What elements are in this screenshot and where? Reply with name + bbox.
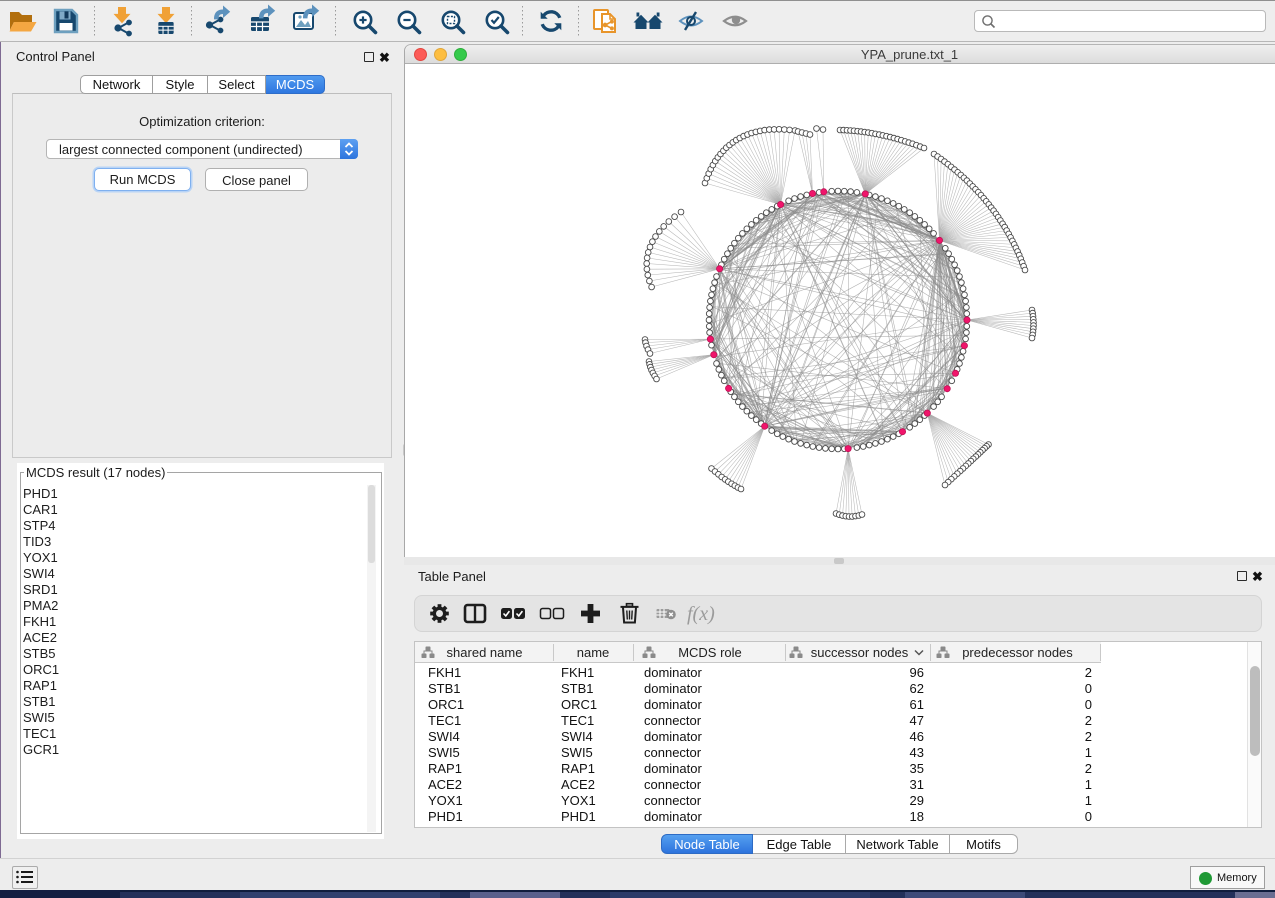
svg-text:f(x): f(x) (687, 603, 715, 625)
